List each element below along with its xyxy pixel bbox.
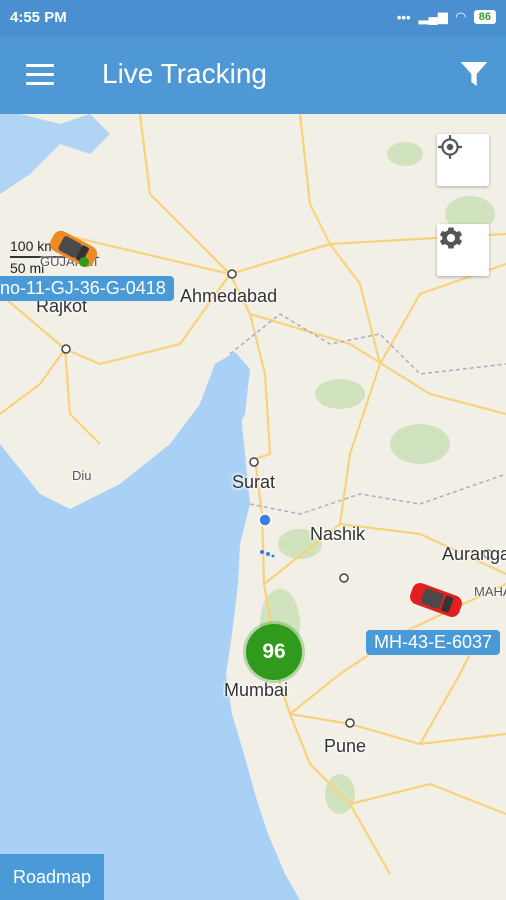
battery-indicator: 86 [473,10,496,24]
label-diu: Diu [72,468,92,483]
current-location-dot [258,513,272,527]
gear-icon [439,227,463,249]
label-nashik: Nashik [310,524,366,544]
label-maha: MAHA [474,584,506,599]
map-view[interactable]: 100 km 50 mi GUJARAT Ahmedabad Rajkot Di… [0,114,506,900]
settings-button[interactable] [437,224,489,276]
wifi-icon: ◠ [455,9,466,24]
vehicle-cluster-marker[interactable]: 96 [246,624,302,680]
page-title: Live Tracking [102,58,267,89]
crosshair-icon [438,135,462,159]
app-bar: Live Tracking [0,36,506,114]
vehicle-car-red[interactable] [404,578,468,622]
label-aurangabad: Aurangab [442,544,506,564]
menu-icon[interactable] [26,64,54,86]
vehicle-plate-label[interactable]: MH-43-E-6037 [366,630,501,655]
signal-icon: ▂▄▆ [418,9,448,24]
status-icons: ••• ▂▄▆ ◠ 86 [397,9,496,25]
filter-icon[interactable] [458,58,490,90]
dots-icon: ••• [396,9,411,25]
vehicle-plate-label[interactable]: no-11-GJ-36-G-0418 [0,276,174,301]
status-bar: 4:55 PM ••• ▂▄▆ ◠ 86 [0,0,506,36]
my-location-button[interactable] [437,134,489,186]
map-type-button[interactable]: Roadmap [0,854,104,900]
label-mumbai: Mumbai [224,680,289,700]
label-surat: Surat [232,472,276,492]
status-time: 4:55 PM [10,9,67,26]
label-pune: Pune [324,736,367,756]
label-ahmedabad: Ahmedabad [180,286,278,306]
vehicle-car-orange[interactable] [44,226,104,270]
